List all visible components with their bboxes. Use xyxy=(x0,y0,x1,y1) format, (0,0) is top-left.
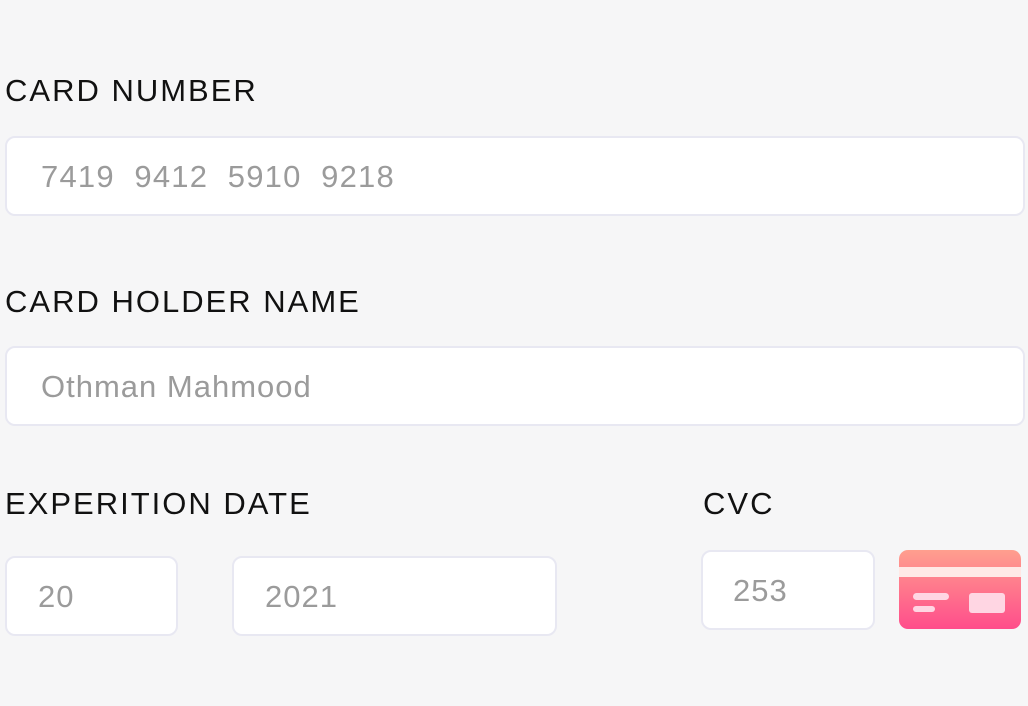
card-number-input[interactable]: 7419 9412 5910 9218 xyxy=(5,136,1025,216)
expiration-date-label: EXPERITION DATE xyxy=(5,486,312,521)
cvc-label: CVC xyxy=(703,486,775,521)
credit-card-icon xyxy=(899,550,1021,629)
card-form: CARD NUMBER 7419 9412 5910 9218 CARD HOL… xyxy=(0,0,1028,706)
card-holder-name-label: CARD HOLDER NAME xyxy=(5,284,361,319)
card-holder-name-input[interactable]: Othman Mahmood xyxy=(5,346,1025,426)
expiration-month-input[interactable]: 20 xyxy=(5,556,178,636)
cvc-input[interactable]: 253 xyxy=(701,550,875,630)
expiration-year-input[interactable]: 2021 xyxy=(232,556,557,636)
card-number-label: CARD NUMBER xyxy=(5,73,258,108)
